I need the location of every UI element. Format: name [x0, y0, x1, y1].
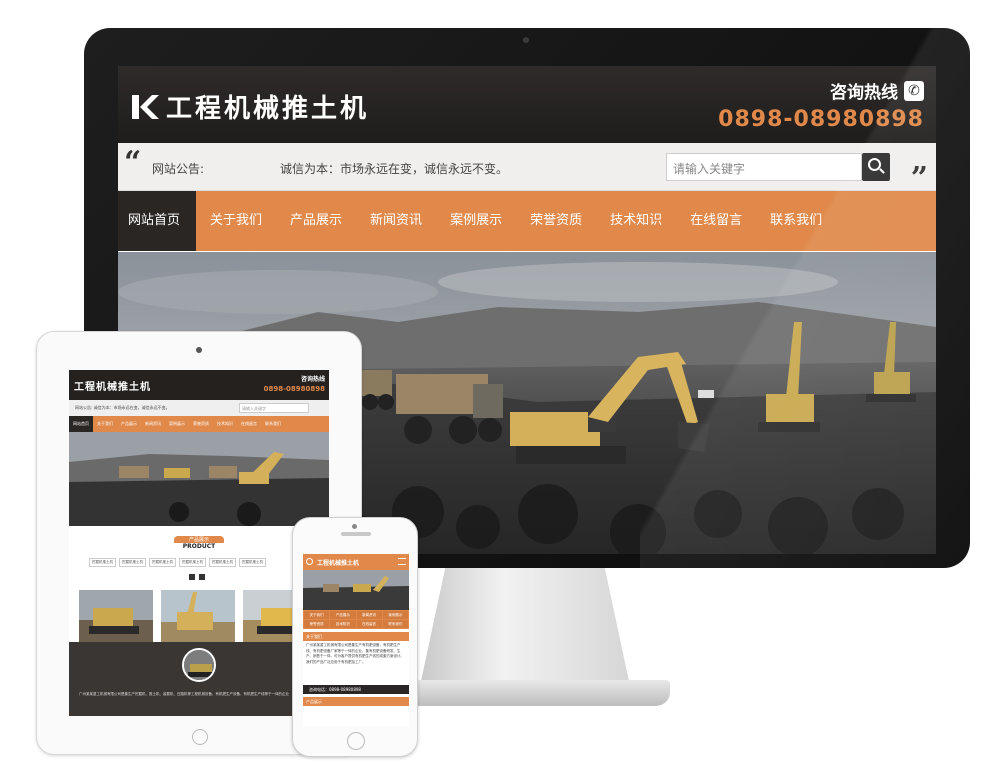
tablet-notice-bar: 网站公告: 诚信为本：市场永远在变，诚信永远不变。 请输入关键字: [69, 400, 329, 416]
product-image: [79, 590, 153, 642]
site-logo-text: 工程机械推土机: [166, 94, 370, 124]
tablet-banner-image: [69, 432, 329, 526]
phone-screen: 工程机械推土机 关于我们 产品展示 新闻资讯 案例展示 荣誉资质 技术知识 在线…: [303, 554, 409, 726]
hotline-number: 0898-08980898: [718, 107, 924, 132]
monitor-camera: [523, 37, 529, 43]
phone-nav-item[interactable]: 技术知识: [330, 620, 356, 628]
tablet-nav-item[interactable]: 网站首页: [69, 416, 93, 432]
phone-menu-icon[interactable]: [398, 558, 406, 565]
tablet-hotline-label: 咨询热线: [300, 376, 325, 383]
tablet-home-button[interactable]: [192, 729, 208, 745]
site-header: 工程机械推土机 咨询热线 ✆ 0898-08980898: [118, 66, 936, 143]
nav-about[interactable]: 关于我们: [196, 191, 276, 251]
product-image: [161, 590, 235, 642]
phone-nav-item[interactable]: 联系我们: [382, 620, 408, 628]
tablet-product-title-cn: 产品展示: [174, 536, 224, 543]
tablet-about-image: [182, 648, 216, 682]
phone-nav-item[interactable]: 在线留言: [356, 620, 382, 628]
nav-message[interactable]: 在线留言: [676, 191, 756, 251]
phone-banner-image: [303, 570, 409, 610]
close-quote-icon: ”: [910, 161, 928, 196]
phone-about-title: 关于我们: [303, 632, 409, 641]
notice-label: 网站公告:: [152, 162, 205, 176]
phone-contact-bar[interactable]: 咨询电话：0898-08980898: [303, 685, 409, 694]
next-arrow-icon[interactable]: [199, 574, 205, 580]
monitor-stand-base: [390, 680, 670, 706]
phone-nav-item[interactable]: 关于我们: [304, 611, 330, 619]
phone-about-text: 广州某某重工机械有限公司是集生产有机肥设备、有机肥生产线、有机肥设备厂家等于一体…: [306, 643, 404, 664]
device-mockup-stage: 工程机械推土机 咨询热线 ✆ 0898-08980898 “ 网站公告: 诚信为…: [0, 0, 1000, 782]
notice-bar: “ 网站公告: 诚信为本：市场永远在变，诚信永远不变。 请输入关键字 ”: [118, 143, 936, 196]
tablet-camera: [196, 347, 202, 353]
tablet-hotline-number: 0898-08980898: [263, 385, 325, 393]
nav-cases[interactable]: 案例展示: [436, 191, 516, 251]
tablet-nav-item[interactable]: 在线留言: [237, 416, 261, 432]
phone-nav-item[interactable]: 产品展示: [330, 611, 356, 619]
phone-site-header: 工程机械推土机: [303, 554, 409, 570]
nav-contact[interactable]: 联系我们: [756, 191, 836, 251]
tablet-product-section: 产品展示 PRODUCT 挖掘机推土机 挖掘机推土机 挖掘机推土机 挖掘机推土机…: [69, 532, 329, 651]
tablet-product-tab[interactable]: 挖掘机推土机: [149, 558, 176, 567]
nav-tech[interactable]: 技术知识: [596, 191, 676, 251]
nav-home[interactable]: 网站首页: [118, 191, 197, 251]
tablet-search-input[interactable]: 请输入关键字: [239, 403, 309, 413]
search-input[interactable]: 请输入关键字: [666, 153, 862, 181]
search-button[interactable]: [862, 153, 890, 181]
tablet-nav-item[interactable]: 关于我们: [93, 416, 117, 432]
phone-home-button[interactable]: [347, 732, 365, 750]
tablet-product-title-en: PRODUCT: [182, 543, 216, 550]
notice-text: 诚信为本：市场永远在变，诚信永远不变。: [280, 162, 509, 176]
tablet-nav-item[interactable]: 产品展示: [117, 416, 141, 432]
phone-products-title: 产品展示: [303, 697, 409, 706]
phone-nav-item[interactable]: 荣誉资质: [304, 620, 330, 628]
nav-honors[interactable]: 荣誉资质: [516, 191, 596, 251]
tablet-notice-text: 网站公告: 诚信为本：市场永远在变，诚信永远不变。: [75, 405, 170, 410]
tablet-nav-item[interactable]: 案例展示: [165, 416, 189, 432]
nav-products[interactable]: 产品展示: [276, 191, 356, 251]
tablet-site-header: 工程机械推土机 咨询热线 0898-08980898: [69, 370, 329, 400]
logo-k-icon: [130, 93, 160, 121]
tablet-nav-item[interactable]: 荣誉资质: [189, 416, 213, 432]
tablet-product-tab[interactable]: 挖掘机推土机: [239, 558, 266, 567]
hotline: 咨询热线 ✆ 0898-08980898: [718, 78, 924, 132]
phone-nav-item[interactable]: 新闻资讯: [356, 611, 382, 619]
tablet-nav: 网站首页 关于我们 产品展示 新闻资讯 案例展示 荣誉资质 技术知识 在线留言 …: [69, 416, 329, 432]
open-quote-icon: “: [124, 145, 142, 180]
phone-search-icon[interactable]: [306, 558, 313, 565]
tablet-hotline: 咨询热线 0898-08980898: [264, 374, 325, 393]
tablet-nav-item[interactable]: 联系我们: [261, 416, 285, 432]
tablet-product-tab[interactable]: 挖掘机推土机: [119, 558, 146, 567]
nav-news[interactable]: 新闻资讯: [356, 191, 436, 251]
phone-nav-item[interactable]: 案例展示: [382, 611, 408, 619]
tablet-nav-item[interactable]: 新闻资讯: [141, 416, 165, 432]
tablet-product-tab[interactable]: 挖掘机推土机: [179, 558, 206, 567]
phone-camera: [352, 524, 357, 529]
monitor-stand-neck: [420, 568, 630, 686]
tablet-carousel-arrows: [189, 574, 205, 580]
hotline-label: 咨询热线: [830, 83, 898, 103]
tablet-about-text: 广州某某重工机械有限公司是集生产挖掘机、推土机、装载机、压路机等工程机械设备、有…: [79, 692, 289, 696]
phone-device: 工程机械推土机 关于我们 产品展示 新闻资讯 案例展示 荣誉资质 技术知识 在线…: [292, 517, 418, 757]
phone-icon: ✆: [904, 80, 924, 101]
phone-speaker: [341, 532, 371, 536]
tablet-nav-item[interactable]: 技术知识: [213, 416, 237, 432]
site-logo[interactable]: 工程机械推土机: [130, 88, 369, 125]
phone-nav-grid: 关于我们 产品展示 新闻资讯 案例展示 荣誉资质 技术知识 在线留言 联系我们: [303, 610, 409, 629]
tablet-product-tabs: 挖掘机推土机 挖掘机推土机 挖掘机推土机 挖掘机推土机 挖掘机推土机 挖掘机推土…: [89, 558, 266, 567]
tablet-screen: 工程机械推土机 咨询热线 0898-08980898 网站公告: 诚信为本：市场…: [69, 370, 329, 716]
prev-arrow-icon[interactable]: [189, 574, 195, 580]
tablet-product-tab[interactable]: 挖掘机推土机: [209, 558, 236, 567]
tablet-about-section: 广州某某重工机械有限公司是集生产挖掘机、推土机、装载机、压路机等工程机械设备、有…: [69, 642, 329, 716]
tablet-logo[interactable]: 工程机械推土机: [74, 378, 151, 393]
main-nav: 网站首页 关于我们 产品展示 新闻资讯 案例展示 荣誉资质 技术知识 在线留言 …: [118, 191, 936, 251]
phone-logo[interactable]: 工程机械推土机: [317, 558, 359, 567]
tablet-product-tab[interactable]: 挖掘机推土机: [89, 558, 116, 567]
